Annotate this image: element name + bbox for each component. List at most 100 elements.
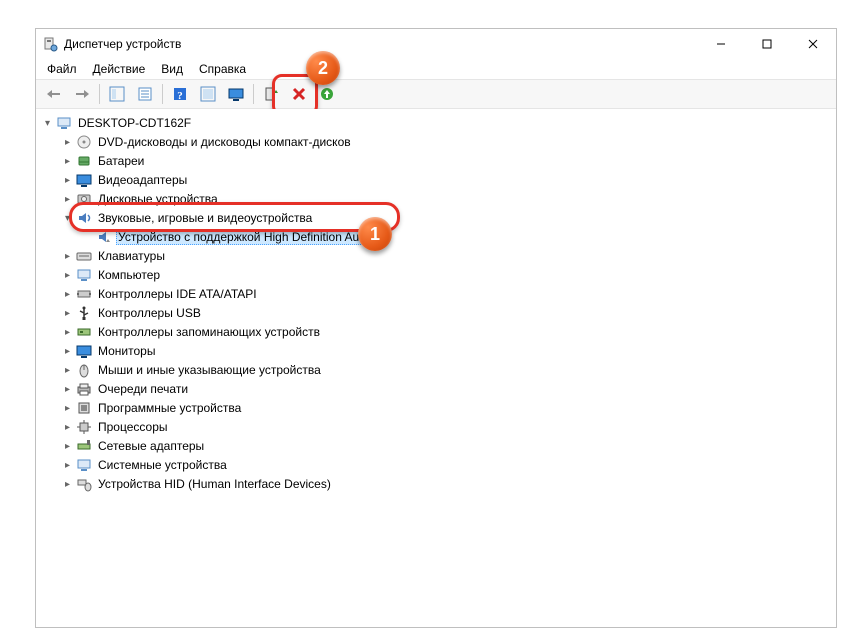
toolbar-monitor-button[interactable] (223, 81, 249, 107)
chevron-right-icon[interactable]: ▸ (60, 344, 75, 359)
toolbar-uninstall-button[interactable] (286, 81, 312, 107)
chevron-right-icon[interactable]: ▸ (60, 458, 75, 473)
chevron-right-icon[interactable]: ▸ (60, 249, 75, 264)
audio-icon (76, 210, 92, 226)
tree-item-label: Процессоры (96, 419, 170, 435)
tree-root-label: DESKTOP-CDT162F (76, 115, 193, 131)
tree-category[interactable]: ▸ Устройства HID (Human Interface Devices… (60, 475, 836, 493)
chevron-right-icon[interactable]: ▸ (60, 401, 75, 416)
storage-controller-icon (76, 324, 92, 340)
monitor-icon (76, 343, 92, 359)
processor-icon (76, 419, 92, 435)
hid-device-icon (76, 476, 92, 492)
toolbar-show-hide-tree-button[interactable] (104, 81, 130, 107)
window-title: Диспетчер устройств (64, 37, 181, 51)
tree-device-label: Устройство с поддержкой High Definition … (116, 229, 377, 245)
toolbar-scan-button[interactable] (195, 81, 221, 107)
chevron-right-icon[interactable]: ▸ (60, 287, 75, 302)
minimize-button[interactable] (698, 29, 744, 59)
tree-item-label: Системные устройства (96, 457, 229, 473)
computer-icon (56, 115, 72, 131)
tree-category[interactable]: ▸ Контроллеры IDE ATA/ATAPI (60, 285, 836, 303)
chevron-right-icon[interactable]: ▸ (60, 363, 75, 378)
toolbar-update-driver-button[interactable] (258, 81, 284, 107)
keyboard-icon (76, 248, 92, 264)
chevron-right-icon[interactable]: ▸ (60, 477, 75, 492)
menu-action[interactable]: Действие (85, 60, 154, 78)
tree-category-audio[interactable]: ▾ Звуковые, игровые и видеоустройства (60, 209, 836, 227)
tree-item-label: Контроллеры запоминающих устройств (96, 324, 322, 340)
tree-category[interactable]: ▸ Сетевые адаптеры (60, 437, 836, 455)
tree-item-label: Устройства HID (Human Interface Devices) (96, 476, 333, 492)
chevron-right-icon[interactable]: ▸ (60, 325, 75, 340)
device-tree[interactable]: ▾ DESKTOP-CDT162F ▸ DVD-дисководы и диско… (36, 109, 836, 627)
tree-category[interactable]: ▸ DVD-дисководы и дисководы компакт-диско… (60, 133, 836, 151)
usb-controller-icon (76, 305, 92, 321)
tree-category[interactable]: ▸ Клавиатуры (60, 247, 836, 265)
toolbar-separator (162, 84, 163, 104)
tree-item-label: Звуковые, игровые и видеоустройства (96, 210, 314, 226)
ide-controller-icon (76, 286, 92, 302)
chevron-right-icon[interactable]: ▸ (60, 306, 75, 321)
mouse-icon (76, 362, 92, 378)
tree-category[interactable]: ▸ Контроллеры запоминающих устройств (60, 323, 836, 341)
chevron-right-icon[interactable]: ▸ (60, 268, 75, 283)
chevron-right-icon[interactable]: ▸ (60, 439, 75, 454)
tree-item-label: Дисковые устройства (96, 191, 220, 207)
tree-category[interactable]: ▸ Дисковые устройства (60, 190, 836, 208)
tree-item-label: Программные устройства (96, 400, 243, 416)
tree-category[interactable]: ▸ Процессоры (60, 418, 836, 436)
tree-item-label: Клавиатуры (96, 248, 167, 264)
tree-category[interactable]: ▸ Мониторы (60, 342, 836, 360)
tree-item-label: Очереди печати (96, 381, 190, 397)
chevron-right-icon[interactable]: ▸ (60, 382, 75, 397)
chevron-right-icon[interactable]: ▸ (60, 173, 75, 188)
toolbar-separator (253, 84, 254, 104)
toolbar: ? (36, 79, 836, 109)
tree-category[interactable]: ▸ Видеоадаптеры (60, 171, 836, 189)
battery-icon (76, 153, 92, 169)
chevron-right-icon[interactable]: ▸ (60, 192, 75, 207)
menu-help[interactable]: Справка (191, 60, 254, 78)
tree-item-label: Видеоадаптеры (96, 172, 189, 188)
toolbar-enable-button[interactable] (314, 81, 340, 107)
tree-item-label: Мыши и иные указывающие устройства (96, 362, 323, 378)
tree-item-label: Сетевые адаптеры (96, 438, 206, 454)
maximize-button[interactable] (744, 29, 790, 59)
toolbar-separator (99, 84, 100, 104)
tree-category[interactable]: ▸Контроллеры USB (60, 304, 836, 322)
tree-category[interactable]: ▸ Системные устройства (60, 456, 836, 474)
menu-view[interactable]: Вид (153, 60, 191, 78)
tree-item-label: Контроллеры IDE ATA/ATAPI (96, 286, 259, 302)
tree-category[interactable]: ▸ Мыши и иные указывающие устройства (60, 361, 836, 379)
system-device-icon (76, 457, 92, 473)
dvd-drive-icon (76, 134, 92, 150)
disk-drive-icon (76, 191, 92, 207)
toolbar-back-button[interactable] (41, 81, 67, 107)
chevron-down-icon[interactable]: ▾ (60, 211, 75, 226)
chevron-down-icon[interactable]: ▾ (40, 116, 55, 131)
chevron-right-icon[interactable]: ▸ (60, 154, 75, 169)
tree-item-label: Батареи (96, 153, 146, 169)
tree-item-label: DVD-дисководы и дисководы компакт-дисков (96, 134, 353, 150)
toolbar-help-button[interactable]: ? (167, 81, 193, 107)
tree-category[interactable]: ▸Компьютер (60, 266, 836, 284)
tree-item-label: Мониторы (96, 343, 157, 359)
network-adapter-icon (76, 438, 92, 454)
chevron-right-icon[interactable]: ▸ (60, 135, 75, 150)
tree-category[interactable]: ▸ Батареи (60, 152, 836, 170)
tree-root[interactable]: ▾ DESKTOP-CDT162F (40, 114, 836, 132)
toolbar-properties-button[interactable] (132, 81, 158, 107)
display-adapter-icon (76, 172, 92, 188)
chevron-right-icon[interactable]: ▸ (60, 420, 75, 435)
toolbar-forward-button[interactable] (69, 81, 95, 107)
tree-category[interactable]: ▸ Очереди печати (60, 380, 836, 398)
svg-text:?: ? (177, 90, 183, 102)
menu-bar: Файл Действие Вид Справка (36, 59, 836, 79)
menu-file[interactable]: Файл (39, 60, 85, 78)
title-bar: Диспетчер устройств (36, 29, 836, 59)
close-button[interactable] (790, 29, 836, 59)
computer-icon (76, 267, 92, 283)
tree-category[interactable]: ▸ Программные устройства (60, 399, 836, 417)
tree-device-hd-audio[interactable]: Устройство с поддержкой High Definition … (80, 228, 836, 246)
